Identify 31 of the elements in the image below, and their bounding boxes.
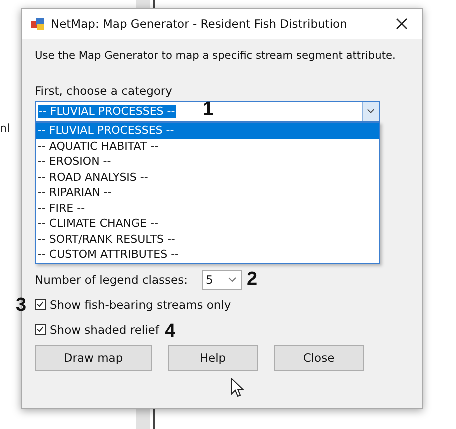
category-label: First, choose a category [35, 84, 174, 98]
dialog-button[interactable]: Help [168, 344, 258, 370]
intro-text: Use the Map Generator to map a specific stream segment attribute. [35, 50, 396, 62]
checkbox[interactable] [35, 324, 46, 335]
legend-classes-dropdown[interactable]: 5 [202, 270, 242, 290]
caret-icon [228, 276, 237, 282]
category-option[interactable]: -- ROAD ANALYSIS -- [36, 170, 379, 185]
category-option[interactable]: -- SORT/RANK RESULTS -- [36, 232, 379, 247]
category-option[interactable]: -- RIPARIAN -- [36, 185, 379, 200]
annotation-number: 1 [203, 100, 214, 119]
dialog-button[interactable]: Draw map [35, 344, 152, 370]
category-option[interactable]: -- AQUATIC HABITAT -- [36, 138, 379, 154]
category-option[interactable]: -- FLUVIAL PROCESSES -- [36, 123, 379, 138]
cursor-icon [231, 378, 245, 398]
background-text: nl [0, 122, 10, 135]
annotation-number: 2 [247, 270, 258, 289]
category-option[interactable]: -- FIRE -- [36, 200, 379, 216]
category-option[interactable]: -- EROSION -- [36, 154, 379, 170]
close-icon[interactable] [396, 18, 408, 30]
legend-classes-label: Number of legend classes: [35, 272, 188, 286]
window-title: NetMap: Map Generator - Resident Fish Distribution [51, 17, 348, 31]
dialog-button[interactable]: Close [274, 344, 364, 370]
annotation-number: 3 [16, 296, 27, 315]
checkbox[interactable] [35, 299, 46, 310]
caret-icon [362, 102, 379, 121]
category-option[interactable]: -- CUSTOM ATTRIBUTES -- [36, 247, 379, 262]
app-icon [31, 18, 45, 30]
checkbox-option[interactable]: Show fish-bearing streams only [35, 298, 232, 312]
checkbox-option[interactable]: Show shaded relief [35, 322, 160, 336]
category-option[interactable]: -- CLIMATE CHANGE -- [36, 216, 379, 232]
annotation-number: 4 [165, 322, 176, 341]
